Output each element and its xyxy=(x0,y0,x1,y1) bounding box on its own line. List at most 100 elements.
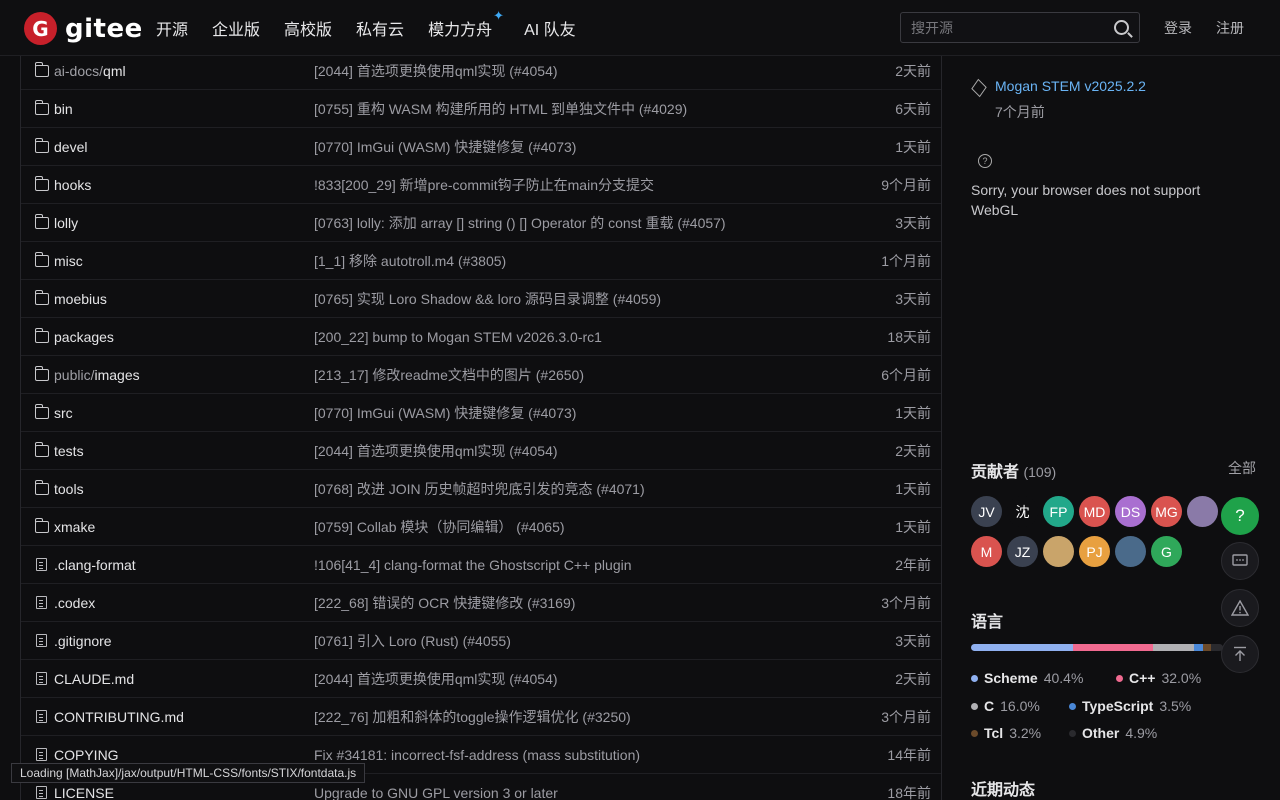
file-name-link[interactable]: CLAUDE.md xyxy=(54,671,134,687)
commit-message-link[interactable]: !106[41_4] clang-format the Ghostscript … xyxy=(314,557,632,573)
search-input[interactable] xyxy=(911,19,1114,36)
file-name-link[interactable]: .codex xyxy=(54,595,95,611)
file-row[interactable]: bin [0755] 重构 WASM 构建所用的 HTML 到单独文件中 (#40… xyxy=(21,90,941,128)
commit-message-link[interactable]: [213_17] 修改readme文档中的图片 (#2650) xyxy=(314,365,584,385)
contributor-avatar[interactable]: G xyxy=(1151,536,1182,567)
commit-message-link[interactable]: [1_1] 移除 autotroll.m4 (#3805) xyxy=(314,251,506,271)
file-name-link[interactable]: ai-docs/qml xyxy=(54,63,126,79)
file-name-link[interactable]: COPYING xyxy=(54,747,119,763)
commit-message-link[interactable]: [2044] 首选项更换使用qml实现 (#4054) xyxy=(314,61,558,81)
commit-message-link[interactable]: [0761] 引入 Loro (Rust) (#4055) xyxy=(314,631,511,651)
file-row[interactable]: src [0770] ImGui (WASM) 快捷键修复 (#4073) 1天前 xyxy=(21,394,941,432)
file-name-link[interactable]: moebius xyxy=(54,291,107,307)
language-name: Other xyxy=(1082,725,1120,741)
contributor-avatar[interactable]: JZ xyxy=(1007,536,1038,567)
top-nav-bar: G gitee 开源 企业版 高校版 私有云 模力方舟✦ AI 队友 登录 注册 xyxy=(0,0,1280,56)
search-icon[interactable] xyxy=(1114,20,1129,35)
sparkle-icon: ✦ xyxy=(493,8,505,23)
contributor-avatar[interactable] xyxy=(1187,496,1218,527)
file-name: src xyxy=(54,404,73,421)
contributor-avatar[interactable]: 沈 xyxy=(1007,496,1038,527)
file-name-link[interactable]: tests xyxy=(54,443,84,459)
file-name-link[interactable]: misc xyxy=(54,253,83,269)
commit-message-link[interactable]: [222_76] 加粗和斜体的toggle操作逻辑优化 (#3250) xyxy=(314,707,631,727)
file-name-link[interactable]: xmake xyxy=(54,519,95,535)
contributor-avatar[interactable]: M xyxy=(971,536,1002,567)
file-name-link[interactable]: .clang-format xyxy=(54,557,136,573)
file-row[interactable]: CLAUDE.md [2044] 首选项更换使用qml实现 (#4054) 2天前 xyxy=(21,660,941,698)
file-name-link[interactable]: LICENSE xyxy=(54,785,114,800)
file-row[interactable]: .clang-format !106[41_4] clang-format the… xyxy=(21,546,941,584)
register-link[interactable]: 注册 xyxy=(1216,0,1244,56)
commit-message-link[interactable]: [0759] Collab 模块（协同编辑） (#4065) xyxy=(314,517,565,537)
contributor-avatar[interactable] xyxy=(1115,536,1146,567)
file-name-link[interactable]: bin xyxy=(54,101,73,117)
commit-message-link[interactable]: !833[200_29] 新增pre-commit钩子防止在main分支提交 xyxy=(314,175,654,195)
file-row[interactable]: moebius [0765] 实现 Loro Shadow && loro 源码目… xyxy=(21,280,941,318)
nav-education[interactable]: 高校版 xyxy=(284,16,332,40)
file-name-link[interactable]: packages xyxy=(54,329,114,345)
commit-message-link[interactable]: Upgrade to GNU GPL version 3 or later xyxy=(314,785,558,800)
commit-message-link[interactable]: [0763] lolly: 添加 array [] string () [] O… xyxy=(314,213,726,233)
folder-icon xyxy=(34,290,49,305)
contributor-avatar[interactable]: FP xyxy=(1043,496,1074,527)
contributor-avatar[interactable]: JV xyxy=(971,496,1002,527)
file-row[interactable]: tools [0768] 改进 JOIN 历史帧超时兜底引发的竞态 (#4071)… xyxy=(21,470,941,508)
file-name-link[interactable]: hooks xyxy=(54,177,91,193)
login-link[interactable]: 登录 xyxy=(1164,0,1192,56)
file-row[interactable]: misc [1_1] 移除 autotroll.m4 (#3805) 1个月前 xyxy=(21,242,941,280)
language-name: TypeScript xyxy=(1082,698,1154,714)
commit-message-link[interactable]: [0770] ImGui (WASM) 快捷键修复 (#4073) xyxy=(314,137,576,157)
folder-icon xyxy=(34,176,49,191)
commit-message-link[interactable]: [0768] 改进 JOIN 历史帧超时兜底引发的竞态 (#4071) xyxy=(314,479,645,499)
commit-message-link[interactable]: [2044] 首选项更换使用qml实现 (#4054) xyxy=(314,669,558,689)
commit-message-link[interactable]: [0765] 实现 Loro Shadow && loro 源码目录调整 (#4… xyxy=(314,289,661,309)
nav-private-cloud[interactable]: 私有云 xyxy=(356,16,404,40)
contributor-avatar[interactable]: PJ xyxy=(1079,536,1110,567)
file-name-link[interactable]: src xyxy=(54,405,73,421)
file-row[interactable]: packages [200_22] bump to Mogan STEM v202… xyxy=(21,318,941,356)
file-row[interactable]: hooks !833[200_29] 新增pre-commit钩子防止在main分… xyxy=(21,166,941,204)
file-row[interactable]: lolly [0763] lolly: 添加 array [] string ()… xyxy=(21,204,941,242)
release-link[interactable]: Mogan STEM v2025.2.2 xyxy=(995,78,1146,94)
contributors-all-link[interactable]: 全部 xyxy=(1228,458,1256,478)
contributor-avatar[interactable]: MG xyxy=(1151,496,1182,527)
folder-icon xyxy=(34,138,49,153)
arrow-up-icon xyxy=(1234,646,1246,661)
file-name-link[interactable]: CONTRIBUTING.md xyxy=(54,709,184,725)
file-name-link[interactable]: .gitignore xyxy=(54,633,112,649)
commit-message-link[interactable]: [2044] 首选项更换使用qml实现 (#4054) xyxy=(314,441,558,461)
file-name-link[interactable]: devel xyxy=(54,139,87,155)
help-button[interactable]: ? xyxy=(1221,497,1259,535)
commit-time: 3天前 xyxy=(895,290,931,307)
commit-message-link[interactable]: [0755] 重构 WASM 构建所用的 HTML 到单独文件中 (#4029) xyxy=(314,99,687,119)
commit-message-link[interactable]: Fix #34181: incorrect-fsf-address (mass … xyxy=(314,747,640,763)
back-to-top-button[interactable] xyxy=(1221,635,1259,673)
file-row[interactable]: ai-docs/qml [2044] 首选项更换使用qml实现 (#4054) 2天… xyxy=(21,52,941,90)
file-row[interactable]: CONTRIBUTING.md [222_76] 加粗和斜体的toggle操作逻辑… xyxy=(21,698,941,736)
gitee-logo[interactable]: G gitee xyxy=(24,12,143,45)
language-color-dot xyxy=(971,674,978,682)
file-row[interactable]: devel [0770] ImGui (WASM) 快捷键修复 (#4073) 1天… xyxy=(21,128,941,166)
commit-message-link[interactable]: [0770] ImGui (WASM) 快捷键修复 (#4073) xyxy=(314,403,576,423)
contributor-avatar[interactable] xyxy=(1043,536,1074,567)
report-button[interactable] xyxy=(1221,589,1259,627)
nav-ai-teammate[interactable]: AI 队友 xyxy=(524,16,576,40)
file-name-link[interactable]: lolly xyxy=(54,215,78,231)
file-name-link[interactable]: tools xyxy=(54,481,84,497)
nav-moli-fangzhou[interactable]: 模力方舟 ✦ xyxy=(428,8,504,40)
file-row[interactable]: xmake [0759] Collab 模块（协同编辑） (#4065) 1天前 xyxy=(21,508,941,546)
file-name-link[interactable]: public/images xyxy=(54,367,140,383)
contributor-avatar[interactable]: MD xyxy=(1079,496,1110,527)
nav-enterprise[interactable]: 企业版 xyxy=(212,16,260,40)
chat-button[interactable] xyxy=(1221,542,1259,580)
file-row[interactable]: public/images [213_17] 修改readme文档中的图片 (#2… xyxy=(21,356,941,394)
file-name: .codex xyxy=(54,594,96,611)
file-row[interactable]: tests [2044] 首选项更换使用qml实现 (#4054) 2天前 xyxy=(21,432,941,470)
file-row[interactable]: .gitignore [0761] 引入 Loro (Rust) (#4055) 3… xyxy=(21,622,941,660)
commit-message-link[interactable]: [222_68] 错误的 OCR 快捷键修改 (#3169) xyxy=(314,593,575,613)
nav-open-source[interactable]: 开源 xyxy=(156,16,188,40)
contributor-avatar[interactable]: DS xyxy=(1115,496,1146,527)
commit-message-link[interactable]: [200_22] bump to Mogan STEM v2026.3.0-rc… xyxy=(314,329,602,345)
file-row[interactable]: .codex [222_68] 错误的 OCR 快捷键修改 (#3169) 3个月前 xyxy=(21,584,941,622)
